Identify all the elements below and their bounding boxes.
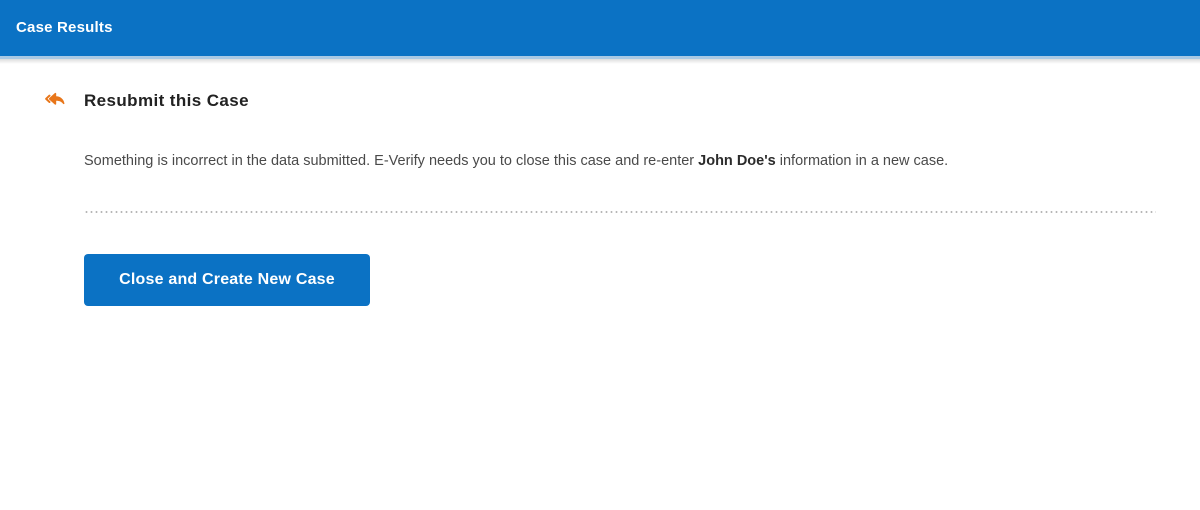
resubmit-description: Something is incorrect in the data submi… xyxy=(84,151,948,171)
resubmit-section-heading: Resubmit this Case xyxy=(44,90,249,112)
page-header-bar: Case Results xyxy=(0,0,1200,56)
page-title: Case Results xyxy=(16,19,113,36)
main-content: Resubmit this Case Something is incorrec… xyxy=(0,64,1200,510)
resubmit-heading-label: Resubmit this Case xyxy=(84,91,249,110)
case-results-page: Case Results Resubmit this Case Somethin… xyxy=(0,0,1200,510)
description-text-before: Something is incorrect in the data submi… xyxy=(84,153,699,169)
reply-arrow-icon xyxy=(45,92,65,105)
description-text-after: information in a new case. xyxy=(775,153,949,169)
close-and-create-new-case-button[interactable]: Close and Create New Case xyxy=(84,254,370,306)
dotted-divider xyxy=(84,211,1156,213)
employee-name: John Doe's xyxy=(698,153,776,169)
